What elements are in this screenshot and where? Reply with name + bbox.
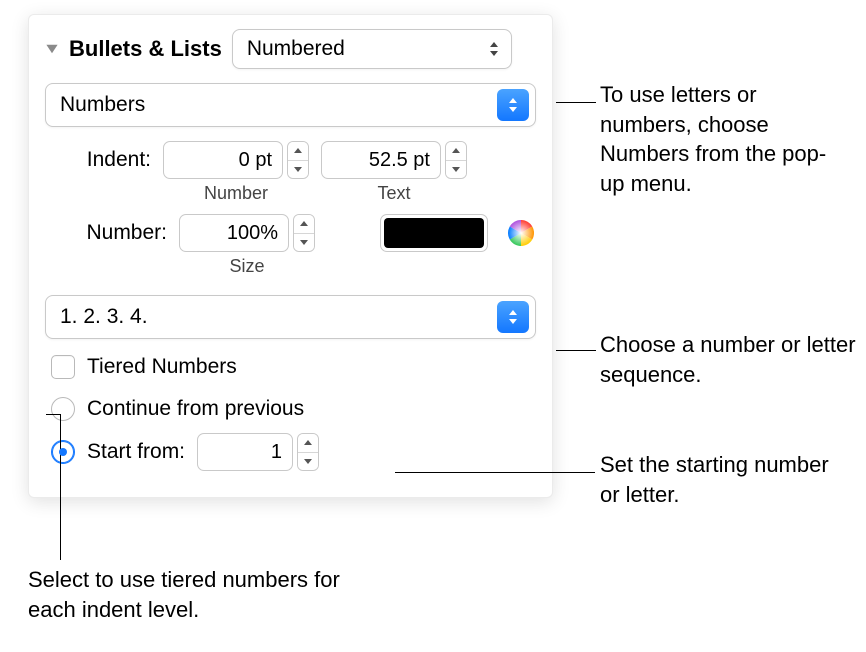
stepper-down-button[interactable]: [446, 161, 466, 179]
indent-text-sublabel: Text: [321, 183, 467, 204]
disclosure-triangle-icon[interactable]: [45, 42, 59, 56]
number-size-stepper: [179, 214, 315, 252]
indent-number-stepper: [163, 141, 309, 179]
callout-leader: [556, 102, 596, 103]
bullets-lists-panel: Bullets & Lists Numbered Numbers Indent:: [28, 14, 553, 498]
number-size-label: Number:: [71, 221, 167, 245]
tiered-numbers-label: Tiered Numbers: [87, 355, 237, 379]
indent-text-stepper: [321, 141, 467, 179]
callout-sequence: Choose a number or letter sequence.: [600, 330, 860, 389]
number-color-well[interactable]: [380, 214, 488, 252]
updown-arrows-icon: [497, 89, 529, 121]
continue-from-previous-radio[interactable]: [51, 397, 75, 421]
list-style-popup[interactable]: Numbered: [232, 29, 512, 69]
callout-leader: [60, 414, 61, 560]
stepper-up-button[interactable]: [294, 215, 314, 234]
updown-arrows-icon: [483, 38, 505, 60]
stepper-up-button[interactable]: [446, 142, 466, 161]
number-sequence-popup-value: 1. 2. 3. 4.: [60, 305, 148, 329]
callout-leader: [395, 472, 595, 473]
number-size-sublabel: Size: [179, 256, 315, 277]
stepper-down-button[interactable]: [294, 234, 314, 252]
number-size-input[interactable]: [179, 214, 289, 252]
section-title: Bullets & Lists: [69, 36, 222, 62]
stepper-down-button[interactable]: [288, 161, 308, 179]
indent-number-sublabel: Number: [163, 183, 309, 204]
tiered-numbers-checkbox[interactable]: [51, 355, 75, 379]
bullet-type-popup[interactable]: Numbers: [45, 83, 536, 127]
indent-label: Indent:: [71, 148, 151, 172]
stepper-up-button[interactable]: [288, 142, 308, 161]
indent-text-input[interactable]: [321, 141, 441, 179]
callout-tiered: Select to use tiered numbers for each in…: [28, 565, 388, 624]
number-sequence-popup[interactable]: 1. 2. 3. 4.: [45, 295, 536, 339]
color-swatch: [384, 218, 484, 248]
callout-leader: [46, 414, 60, 415]
continue-from-previous-label: Continue from previous: [87, 397, 304, 421]
stepper-up-button[interactable]: [298, 434, 318, 453]
indent-number-input[interactable]: [163, 141, 283, 179]
start-from-input[interactable]: [197, 433, 293, 471]
start-from-stepper: [197, 433, 319, 471]
bullet-type-popup-value: Numbers: [60, 93, 145, 117]
start-from-label: Start from:: [87, 440, 185, 464]
start-from-radio[interactable]: [51, 440, 75, 464]
updown-arrows-icon: [497, 301, 529, 333]
callout-start: Set the starting number or letter.: [600, 450, 850, 509]
callout-leader: [556, 350, 596, 351]
stepper-down-button[interactable]: [298, 453, 318, 471]
callout-type: To use letters or numbers, choose Number…: [600, 80, 850, 199]
color-wheel-icon[interactable]: [506, 218, 536, 248]
list-style-popup-value: Numbered: [247, 37, 345, 61]
